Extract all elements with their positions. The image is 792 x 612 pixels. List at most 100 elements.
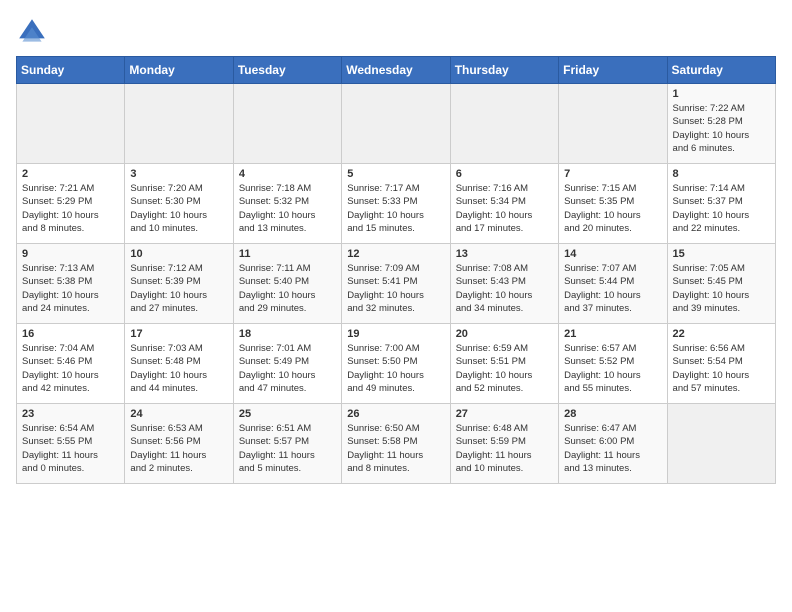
- day-cell: 24 Sunrise: 6:53 AM Sunset: 5:56 PM Dayli…: [125, 404, 233, 484]
- day-number: 9: [22, 248, 119, 260]
- day-info: Sunrise: 7:21 AM Sunset: 5:29 PM Dayligh…: [22, 182, 119, 235]
- day-cell: 28 Sunrise: 6:47 AM Sunset: 6:00 PM Dayli…: [559, 404, 667, 484]
- day-cell: 22 Sunrise: 6:56 AM Sunset: 5:54 PM Dayli…: [667, 324, 775, 404]
- weekday-header-tuesday: Tuesday: [233, 57, 341, 84]
- logo-icon: [16, 16, 48, 48]
- day-info: Sunrise: 7:20 AM Sunset: 5:30 PM Dayligh…: [130, 182, 227, 235]
- day-info: Sunrise: 7:01 AM Sunset: 5:49 PM Dayligh…: [239, 342, 336, 395]
- week-row-3: 9 Sunrise: 7:13 AM Sunset: 5:38 PM Daylig…: [17, 244, 776, 324]
- day-cell: 7 Sunrise: 7:15 AM Sunset: 5:35 PM Daylig…: [559, 164, 667, 244]
- day-cell: 10 Sunrise: 7:12 AM Sunset: 5:39 PM Dayli…: [125, 244, 233, 324]
- day-cell: 3 Sunrise: 7:20 AM Sunset: 5:30 PM Daylig…: [125, 164, 233, 244]
- day-number: 8: [673, 168, 770, 180]
- day-cell: 11 Sunrise: 7:11 AM Sunset: 5:40 PM Dayli…: [233, 244, 341, 324]
- day-info: Sunrise: 7:09 AM Sunset: 5:41 PM Dayligh…: [347, 262, 444, 315]
- day-number: 27: [456, 408, 553, 420]
- day-cell: 4 Sunrise: 7:18 AM Sunset: 5:32 PM Daylig…: [233, 164, 341, 244]
- week-row-1: 1 Sunrise: 7:22 AM Sunset: 5:28 PM Daylig…: [17, 84, 776, 164]
- day-info: Sunrise: 7:11 AM Sunset: 5:40 PM Dayligh…: [239, 262, 336, 315]
- day-info: Sunrise: 7:14 AM Sunset: 5:37 PM Dayligh…: [673, 182, 770, 235]
- day-cell: 2Sunrise: 7:21 AM Sunset: 5:29 PM Daylig…: [17, 164, 125, 244]
- day-number: 6: [456, 168, 553, 180]
- day-number: 7: [564, 168, 661, 180]
- day-cell: 1 Sunrise: 7:22 AM Sunset: 5:28 PM Daylig…: [667, 84, 775, 164]
- day-number: 1: [673, 88, 770, 100]
- day-cell: [667, 404, 775, 484]
- day-info: Sunrise: 6:51 AM Sunset: 5:57 PM Dayligh…: [239, 422, 336, 475]
- day-number: 22: [673, 328, 770, 340]
- header: [16, 16, 776, 48]
- day-info: Sunrise: 7:13 AM Sunset: 5:38 PM Dayligh…: [22, 262, 119, 315]
- day-cell: 19 Sunrise: 7:00 AM Sunset: 5:50 PM Dayli…: [342, 324, 450, 404]
- day-number: 21: [564, 328, 661, 340]
- day-number: 15: [673, 248, 770, 260]
- day-info: Sunrise: 6:48 AM Sunset: 5:59 PM Dayligh…: [456, 422, 553, 475]
- day-cell: 14 Sunrise: 7:07 AM Sunset: 5:44 PM Dayli…: [559, 244, 667, 324]
- day-cell: 20 Sunrise: 6:59 AM Sunset: 5:51 PM Dayli…: [450, 324, 558, 404]
- day-number: 18: [239, 328, 336, 340]
- week-row-2: 2Sunrise: 7:21 AM Sunset: 5:29 PM Daylig…: [17, 164, 776, 244]
- day-info: Sunrise: 7:00 AM Sunset: 5:50 PM Dayligh…: [347, 342, 444, 395]
- weekday-header-thursday: Thursday: [450, 57, 558, 84]
- day-number: 23: [22, 408, 119, 420]
- day-cell: 12 Sunrise: 7:09 AM Sunset: 5:41 PM Dayli…: [342, 244, 450, 324]
- weekday-header-row: SundayMondayTuesdayWednesdayThursdayFrid…: [17, 57, 776, 84]
- day-info: Sunrise: 7:12 AM Sunset: 5:39 PM Dayligh…: [130, 262, 227, 315]
- day-number: 5: [347, 168, 444, 180]
- day-number: 25: [239, 408, 336, 420]
- day-number: 14: [564, 248, 661, 260]
- day-number: 10: [130, 248, 227, 260]
- day-info: Sunrise: 6:59 AM Sunset: 5:51 PM Dayligh…: [456, 342, 553, 395]
- week-row-4: 16Sunrise: 7:04 AM Sunset: 5:46 PM Dayli…: [17, 324, 776, 404]
- day-info: Sunrise: 7:18 AM Sunset: 5:32 PM Dayligh…: [239, 182, 336, 235]
- weekday-header-saturday: Saturday: [667, 57, 775, 84]
- day-number: 19: [347, 328, 444, 340]
- day-info: Sunrise: 7:15 AM Sunset: 5:35 PM Dayligh…: [564, 182, 661, 235]
- day-cell: 5 Sunrise: 7:17 AM Sunset: 5:33 PM Daylig…: [342, 164, 450, 244]
- day-number: 13: [456, 248, 553, 260]
- day-info: Sunrise: 6:53 AM Sunset: 5:56 PM Dayligh…: [130, 422, 227, 475]
- weekday-header-friday: Friday: [559, 57, 667, 84]
- day-number: 26: [347, 408, 444, 420]
- week-row-5: 23 Sunrise: 6:54 AM Sunset: 5:55 PM Dayli…: [17, 404, 776, 484]
- day-cell: 21 Sunrise: 6:57 AM Sunset: 5:52 PM Dayli…: [559, 324, 667, 404]
- day-info: Sunrise: 6:54 AM Sunset: 5:55 PM Dayligh…: [22, 422, 119, 475]
- day-number: 3: [130, 168, 227, 180]
- day-info: Sunrise: 7:17 AM Sunset: 5:33 PM Dayligh…: [347, 182, 444, 235]
- day-number: 28: [564, 408, 661, 420]
- day-info: Sunrise: 7:04 AM Sunset: 5:46 PM Dayligh…: [22, 342, 119, 395]
- day-cell: 26 Sunrise: 6:50 AM Sunset: 5:58 PM Dayli…: [342, 404, 450, 484]
- day-info: Sunrise: 7:03 AM Sunset: 5:48 PM Dayligh…: [130, 342, 227, 395]
- day-info: Sunrise: 7:07 AM Sunset: 5:44 PM Dayligh…: [564, 262, 661, 315]
- calendar-table: SundayMondayTuesdayWednesdayThursdayFrid…: [16, 56, 776, 484]
- day-number: 17: [130, 328, 227, 340]
- day-number: 11: [239, 248, 336, 260]
- day-cell: [559, 84, 667, 164]
- day-cell: 27 Sunrise: 6:48 AM Sunset: 5:59 PM Dayli…: [450, 404, 558, 484]
- day-number: 12: [347, 248, 444, 260]
- day-cell: 6 Sunrise: 7:16 AM Sunset: 5:34 PM Daylig…: [450, 164, 558, 244]
- day-info: Sunrise: 6:47 AM Sunset: 6:00 PM Dayligh…: [564, 422, 661, 475]
- weekday-header-monday: Monday: [125, 57, 233, 84]
- logo: [16, 16, 52, 48]
- day-cell: 17 Sunrise: 7:03 AM Sunset: 5:48 PM Dayli…: [125, 324, 233, 404]
- weekday-header-wednesday: Wednesday: [342, 57, 450, 84]
- day-cell: 8 Sunrise: 7:14 AM Sunset: 5:37 PM Daylig…: [667, 164, 775, 244]
- day-cell: 18 Sunrise: 7:01 AM Sunset: 5:49 PM Dayli…: [233, 324, 341, 404]
- weekday-header-sunday: Sunday: [17, 57, 125, 84]
- day-cell: 13Sunrise: 7:08 AM Sunset: 5:43 PM Dayli…: [450, 244, 558, 324]
- day-info: Sunrise: 6:57 AM Sunset: 5:52 PM Dayligh…: [564, 342, 661, 395]
- day-cell: 9 Sunrise: 7:13 AM Sunset: 5:38 PM Daylig…: [17, 244, 125, 324]
- day-number: 20: [456, 328, 553, 340]
- day-cell: [450, 84, 558, 164]
- day-info: Sunrise: 6:50 AM Sunset: 5:58 PM Dayligh…: [347, 422, 444, 475]
- day-number: 4: [239, 168, 336, 180]
- day-number: 24: [130, 408, 227, 420]
- day-cell: [125, 84, 233, 164]
- day-cell: 16Sunrise: 7:04 AM Sunset: 5:46 PM Dayli…: [17, 324, 125, 404]
- day-cell: [342, 84, 450, 164]
- day-info: Sunrise: 6:56 AM Sunset: 5:54 PM Dayligh…: [673, 342, 770, 395]
- day-info: Sunrise: 7:22 AM Sunset: 5:28 PM Dayligh…: [673, 102, 770, 155]
- day-info: Sunrise: 7:16 AM Sunset: 5:34 PM Dayligh…: [456, 182, 553, 235]
- day-cell: [17, 84, 125, 164]
